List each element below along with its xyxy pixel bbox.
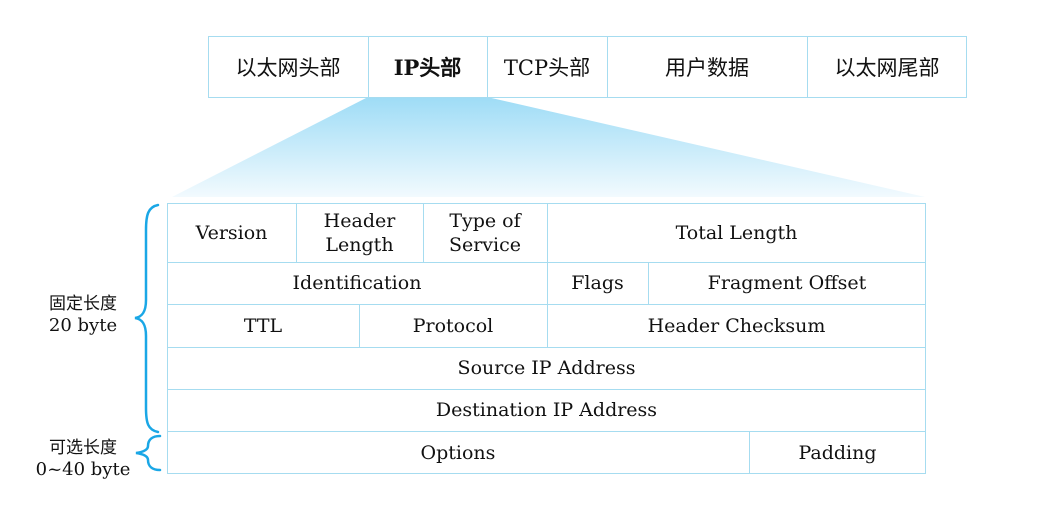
field-header-checksum: Header Checksum	[547, 304, 926, 348]
segment-tcp-header: TCP头部	[487, 36, 608, 98]
fixed-length-size: 20 byte	[48, 315, 118, 336]
segment-ethernet-trailer: 以太网尾部	[807, 36, 967, 98]
field-label: Fragment Offset	[707, 272, 867, 294]
optional-length-size: 0~40 byte	[35, 459, 131, 480]
field-label: Version	[195, 221, 268, 244]
field-label: Protocol	[412, 314, 494, 337]
field-label: Options	[420, 441, 496, 464]
field-label: Identification	[292, 272, 422, 294]
field-destination-ip-address: Destination IP Address	[167, 389, 926, 432]
field-fragment-offset: Fragment Offset	[648, 262, 926, 305]
field-identification: Identification	[167, 262, 548, 305]
segment-user-data: 用户数据	[607, 36, 808, 98]
field-label: Header Checksum	[647, 314, 826, 337]
field-label: Flags	[571, 272, 624, 294]
field-options: Options	[167, 431, 750, 474]
fixed-length-title: 固定长度	[49, 294, 117, 314]
field-ttl: TTL	[167, 304, 360, 348]
segment-label: IP头部	[393, 55, 462, 80]
field-label-line: Type of	[449, 209, 521, 232]
segment-label: TCP头部	[503, 56, 591, 80]
field-label: Destination IP Address	[435, 399, 658, 421]
field-label-line: Length	[325, 233, 394, 256]
field-protocol: Protocol	[359, 304, 548, 348]
field-label-line: Service	[448, 233, 522, 256]
segment-ethernet-header: 以太网头部	[208, 36, 369, 98]
fixed-length-annotation: 固定长度 20 byte	[28, 293, 138, 337]
segment-label: 以太网尾部	[834, 56, 940, 80]
field-header-length: Header Length	[296, 203, 424, 263]
field-label: Total Length	[675, 221, 798, 244]
field-type-of-service: Type of Service	[423, 203, 548, 263]
field-source-ip-address: Source IP Address	[167, 347, 926, 390]
segment-label: 用户数据	[665, 56, 749, 80]
field-label: Padding	[798, 441, 877, 464]
field-total-length: Total Length	[547, 203, 926, 263]
segment-label: 以太网头部	[235, 56, 341, 80]
field-label: TTL	[243, 314, 283, 337]
fixed-length-brace-icon	[134, 203, 160, 434]
segment-ip-header: IP头部	[368, 36, 488, 98]
field-version: Version	[167, 203, 297, 263]
field-padding: Padding	[749, 431, 926, 474]
optional-length-annotation: 可选长度 0~40 byte	[22, 437, 144, 481]
field-label-line: Header	[323, 209, 396, 232]
field-label: Source IP Address	[457, 357, 636, 379]
field-flags: Flags	[547, 262, 649, 305]
zoom-fan	[172, 97, 925, 197]
optional-length-title: 可选长度	[49, 438, 117, 458]
